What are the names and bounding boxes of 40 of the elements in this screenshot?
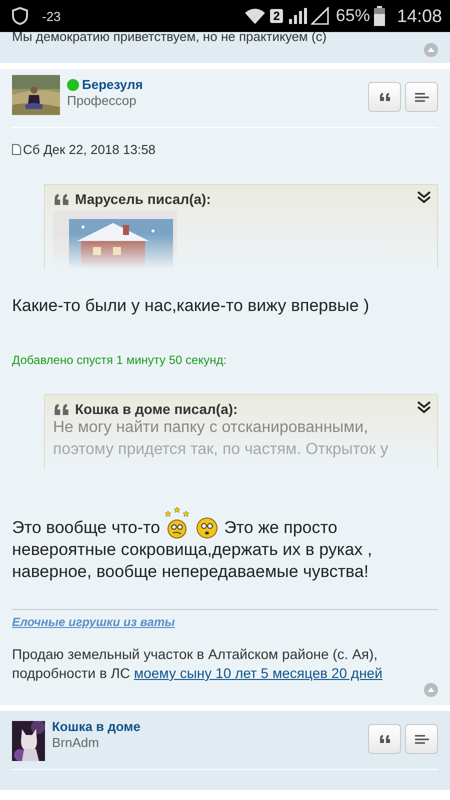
post-text: Это вообще что-то	[12, 517, 160, 539]
quote-icon	[378, 735, 390, 743]
battery-percent: 65%	[336, 6, 370, 26]
signature-text: Мы демократию приветствуем, но не практикуем (с)	[12, 29, 327, 44]
author-name[interactable]: Березуля	[82, 77, 143, 92]
author-rank: Профессор	[67, 93, 138, 108]
document-icon	[12, 144, 21, 155]
quote-button[interactable]	[368, 724, 401, 754]
quote-text: Не могу найти папку с отсканированными,	[53, 418, 370, 438]
author-name[interactable]: Кошка в доме	[52, 719, 141, 734]
worried-smiley-icon	[196, 517, 218, 539]
added-note: Добавлено спустя 1 минуту 50 секунд:	[12, 353, 228, 367]
sim-badge: 2	[270, 9, 283, 23]
menu-button[interactable]	[405, 82, 438, 112]
quote-text: поэтому придется так, по частям. Открыток у	[53, 440, 390, 460]
quote-icon	[378, 93, 390, 101]
author-rank: BrnAdm	[52, 735, 100, 750]
wifi-icon	[244, 7, 266, 25]
clock-time: 14:08	[396, 6, 442, 26]
signature-text: Продаю земельный участок в Алтайском районе (с. Ая), подробности в ЛС моему сыну 10 лет 5 месяцев 20 дней	[12, 645, 384, 683]
signal-icon	[310, 7, 329, 25]
post-text: Какие-то были у нас,какие-то вижу впервые )	[12, 295, 370, 317]
menu-icon	[414, 734, 428, 744]
signal-icon	[286, 7, 307, 25]
battery-icon	[374, 6, 385, 26]
menu-button[interactable]	[405, 724, 438, 754]
menu-icon	[414, 92, 428, 102]
quote-author: Марусель писал(а):	[75, 191, 212, 207]
shield-icon	[12, 7, 28, 25]
post-text: невероятные сокровища,держать их в руках , наверное, вообще непередаваемые чувства!	[12, 539, 374, 583]
post-text: Это же просто	[224, 517, 338, 539]
expand-icon[interactable]	[417, 401, 431, 414]
post-date: Сб Дек 22, 2018 13:58	[23, 142, 156, 157]
quote-icon	[53, 404, 70, 414]
temperature-text: -23	[42, 8, 61, 24]
counter-link[interactable]: моему сыну 10 лет 5 месяцев 20 дней	[134, 665, 382, 681]
expand-icon[interactable]	[417, 191, 431, 204]
quote-author: Кошка в доме писал(а):	[75, 401, 239, 417]
quote-icon	[53, 194, 70, 204]
quote-button[interactable]	[368, 82, 401, 112]
